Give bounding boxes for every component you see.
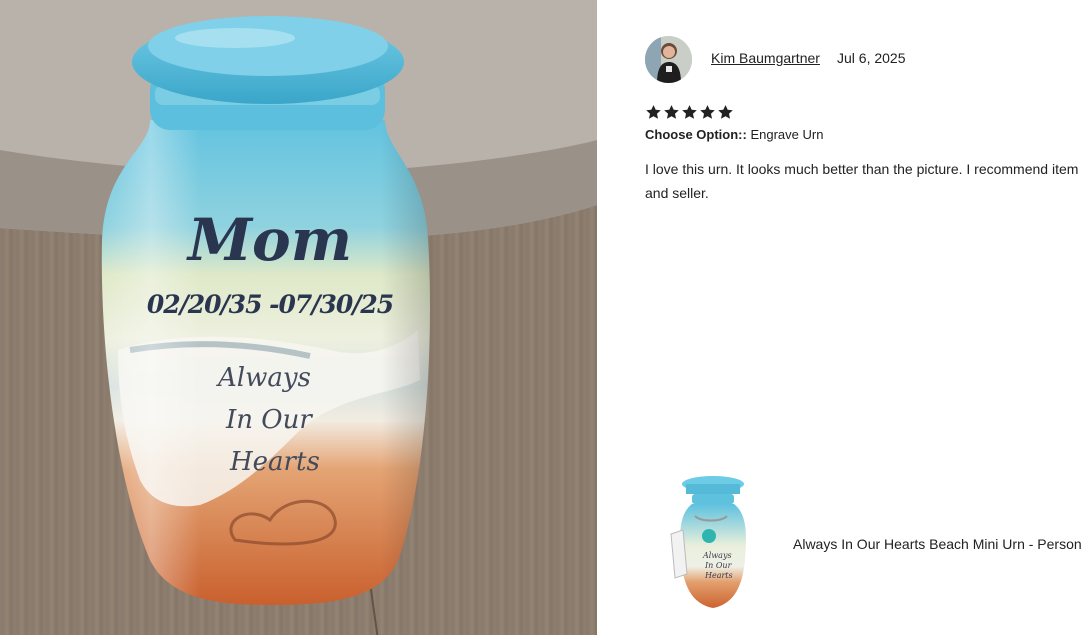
urn-engraving: Mom 02/20/35 -07/30/25 Always In Our Hea… (120, 200, 420, 483)
star-rating (645, 104, 734, 121)
urn-engraving-name: Mom (187, 206, 353, 274)
urn-engraving-line1: Always (218, 363, 311, 393)
svg-text:Always: Always (702, 551, 732, 560)
svg-text:In Our: In Our (704, 561, 733, 570)
review-date: Jul 6, 2025 (837, 50, 906, 66)
selected-option: Choose Option:: Engrave Urn (645, 127, 823, 142)
option-value: Engrave Urn (750, 127, 824, 142)
review-details: Kim Baumgartner Jul 6, 2025 Choose Optio… (597, 0, 1088, 635)
star-icon (646, 105, 661, 119)
urn-engraving-dates: 02/20/35 -07/30/25 (146, 290, 394, 319)
svg-text:Hearts: Hearts (704, 571, 733, 580)
urn-engraving-line3: Hearts (230, 447, 320, 477)
urn-engraving-line2: In Our (226, 405, 312, 435)
star-icon (664, 105, 679, 119)
reviewer-avatar-image (645, 36, 692, 83)
reviewer-avatar[interactable] (645, 36, 692, 83)
star-icon (718, 105, 733, 119)
option-label: Choose Option:: (645, 127, 747, 142)
product-title-link[interactable]: Always In Our Hearts Beach Mini Urn - Pe… (793, 536, 1082, 552)
star-icon (700, 105, 715, 119)
product-thumbnail-image: Always In Our Hearts (670, 476, 746, 608)
product-thumbnail[interactable]: Always In Our Hearts (665, 474, 761, 618)
star-icon (682, 105, 697, 119)
review-text: I love this urn. It looks much better th… (645, 161, 1079, 201)
review-photo[interactable]: Mom 02/20/35 -07/30/25 Always In Our Hea… (0, 0, 597, 635)
reviewer-name-link[interactable]: Kim Baumgartner (711, 50, 820, 66)
